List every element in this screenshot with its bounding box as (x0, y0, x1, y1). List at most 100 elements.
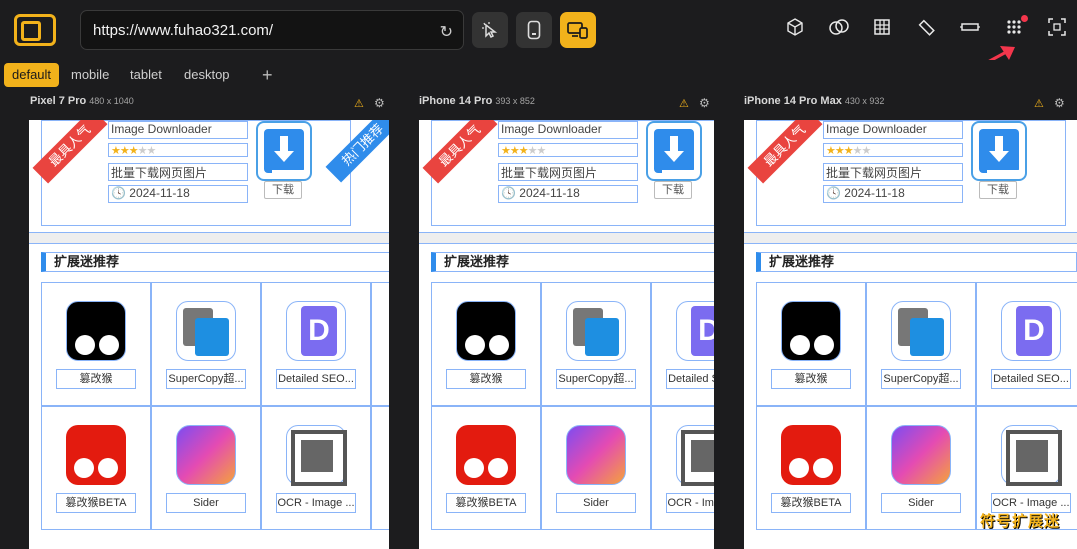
sider-brain-icon (891, 425, 951, 485)
tab-default[interactable]: default (4, 63, 60, 87)
app-tile[interactable]: 篡改猴 (756, 282, 866, 406)
device-name: iPhone 14 Pro Max (744, 95, 842, 107)
download-icon (971, 121, 1027, 181)
watermark-text: 符号扩展迷 (980, 513, 1061, 530)
card-title: Image Downloader (108, 121, 248, 139)
extension-card[interactable]: 最具人气 Image Downloader ★★★★★ 批量下载网页图片 🕓 2… (422, 120, 714, 226)
phone-icon[interactable] (516, 12, 552, 48)
date-text: 2024-11-18 (519, 186, 580, 200)
overlap-circles-icon[interactable] (827, 18, 851, 42)
screenshot-frame-icon[interactable] (1045, 18, 1069, 42)
grid-icon[interactable] (870, 18, 894, 42)
app-tile[interactable]: Detailed SEO... (261, 282, 371, 406)
extension-card[interactable]: 最具人气 Image Downloader ★★★★★ 批量下载网页图片 🕓 2… (747, 120, 1066, 226)
gear-icon[interactable]: ⚙ (1054, 96, 1065, 110)
app-tile[interactable]: 篡改猴BETA (431, 406, 541, 530)
download-button[interactable]: 下载 (264, 181, 302, 199)
card-date: 🕓 2024-11-18 (498, 185, 638, 203)
card-title: Image Downloader (498, 121, 638, 139)
download-button[interactable]: 下载 (979, 181, 1017, 199)
app-label: Sider (556, 493, 636, 513)
app-tile[interactable]: SuperCopy超... (151, 282, 261, 406)
date-text: 2024-11-18 (129, 186, 190, 200)
app-tile[interactable]: 篡改猴 (431, 282, 541, 406)
ruler-icon[interactable] (914, 18, 938, 42)
device-name: Pixel 7 Pro (30, 95, 87, 107)
device-header: Pixel 7 Pro 480 x 1040 (30, 95, 134, 113)
warning-icon[interactable]: ⚠ (354, 97, 364, 110)
extension-card[interactable]: 最具人气 Image Downloader ★★★★★ 批量下载网页图片 🕓 2… (32, 120, 351, 226)
seo-extension-icon (1001, 301, 1061, 361)
app-tile[interactable]: Sider (151, 406, 261, 530)
app-tile[interactable]: SuperCopy超... (866, 282, 976, 406)
gear-icon[interactable]: ⚙ (374, 96, 385, 110)
app-label: OCR - Image ... (666, 493, 714, 513)
rating-stars: ★★★★★ (108, 143, 248, 157)
device-frame[interactable]: 最具人气 Image Downloader ★★★★★ 批量下载网页图片 🕓 2… (744, 120, 1077, 549)
supercopy-icon (566, 301, 626, 361)
app-label: 篡改猴 (771, 369, 851, 389)
section-title: 扩展迷推荐 (41, 252, 389, 272)
device-frame[interactable]: 最具人气 Image Downloader ★★★★★ 批量下载网页图片 🕓 2… (29, 120, 389, 549)
rating-stars: ★★★★★ (823, 143, 963, 157)
tampermonkey-beta-icon (781, 425, 841, 485)
divider (744, 232, 1077, 244)
sider-brain-icon (566, 425, 626, 485)
app-label: SuperCopy超... (166, 369, 246, 389)
app-tile[interactable]: Sider (866, 406, 976, 530)
ocr-icon (676, 425, 714, 486)
app-tile[interactable] (371, 406, 389, 530)
app-tile[interactable]: OCR - Image ... (651, 406, 714, 530)
cursor-click-icon[interactable] (472, 12, 508, 48)
app-tile[interactable]: Detailed SEO... (651, 282, 714, 406)
tab-tablet[interactable]: tablet (122, 63, 170, 87)
sider-brain-icon (176, 425, 236, 485)
responsive-devices-icon[interactable] (560, 12, 596, 48)
seo-extension-icon (676, 301, 714, 361)
popular-ribbon: 最具人气 (422, 120, 498, 184)
app-tile[interactable] (371, 282, 389, 406)
card-desc: 批量下载网页图片 (498, 163, 638, 181)
app-tile[interactable]: Sider (541, 406, 651, 530)
ocr-icon (286, 425, 347, 486)
supercopy-icon (176, 301, 236, 361)
card-title: Image Downloader (823, 121, 963, 139)
divider (419, 232, 714, 244)
popular-ribbon: 最具人气 (747, 120, 823, 184)
app-label: Sider (166, 493, 246, 513)
app-tile[interactable]: SuperCopy超... (541, 282, 651, 406)
crosshair-line-icon[interactable] (958, 18, 982, 42)
cube-icon[interactable] (783, 18, 807, 42)
app-label: Detailed SEO... (276, 369, 356, 389)
app-tile[interactable]: 篡改猴 (41, 282, 151, 406)
device-name: iPhone 14 Pro (419, 95, 493, 107)
section-title: 扩展迷推荐 (431, 252, 714, 272)
tampermonkey-beta-icon (456, 425, 516, 485)
app-tile[interactable]: 篡改猴BETA (756, 406, 866, 530)
gear-icon[interactable]: ⚙ (699, 96, 710, 110)
seo-extension-icon (286, 301, 346, 361)
watermark-url: fuhao321.com (984, 529, 1066, 541)
card-desc: 批量下载网页图片 (823, 163, 963, 181)
app-label: 篡改猴 (56, 369, 136, 389)
url-text[interactable]: https://www.fuhao321.com/ (93, 22, 273, 39)
app-tile[interactable]: Detailed SEO... (976, 282, 1077, 406)
tab-desktop[interactable]: desktop (176, 63, 238, 87)
device-frame[interactable]: 最具人气 Image Downloader ★★★★★ 批量下载网页图片 🕓 2… (419, 120, 714, 549)
download-button[interactable]: 下载 (654, 181, 692, 199)
app-tile[interactable]: OCR - Image ... (261, 406, 371, 530)
tab-mobile[interactable]: mobile (63, 63, 117, 87)
device-size: 430 x 932 (844, 96, 885, 106)
app-tile[interactable]: 篡改猴BETA (41, 406, 151, 530)
reload-icon[interactable]: ↻ (440, 22, 453, 42)
card-desc: 批量下载网页图片 (108, 163, 248, 181)
url-bar[interactable]: https://www.fuhao321.com/ ↻ (80, 10, 464, 50)
ocr-icon (1001, 425, 1062, 486)
device-size: 480 x 1040 (89, 96, 134, 106)
warning-icon[interactable]: ⚠ (1034, 97, 1044, 110)
warning-icon[interactable]: ⚠ (679, 97, 689, 110)
device-header: iPhone 14 Pro Max 430 x 932 (744, 95, 884, 113)
add-tab-button[interactable]: + (262, 63, 273, 87)
supercopy-icon (891, 301, 951, 361)
popular-ribbon: 最具人气 (32, 120, 108, 184)
